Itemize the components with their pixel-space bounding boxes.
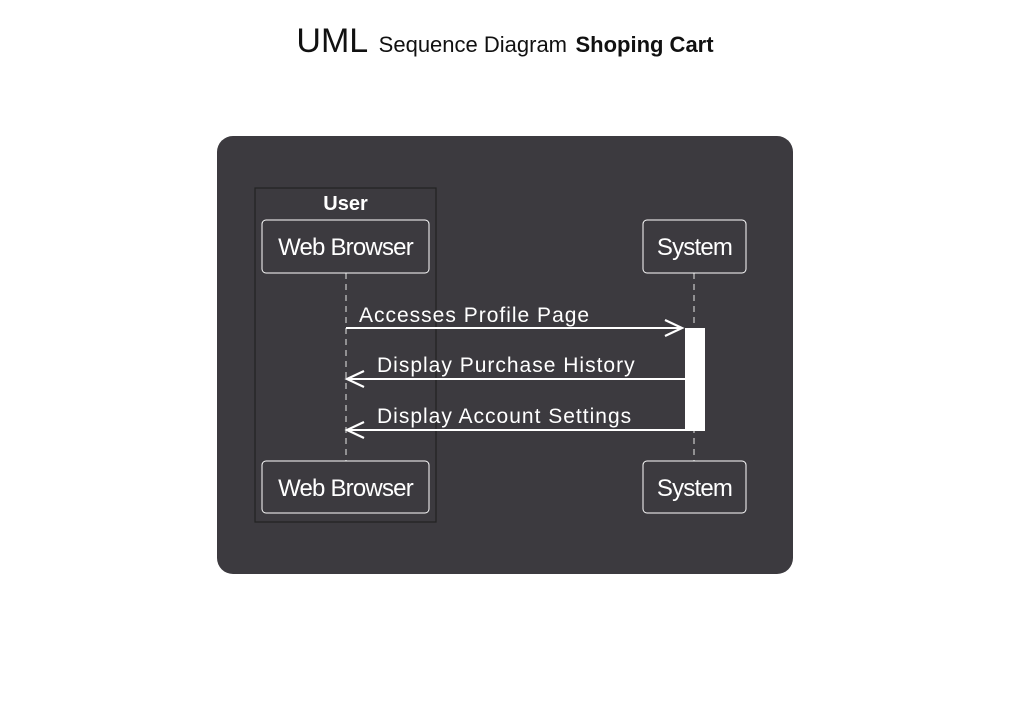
message-label: Display Purchase History: [377, 354, 636, 377]
participant-label: System: [657, 234, 732, 261]
message-display-purchase-history: Display Purchase History: [344, 354, 685, 388]
message-label: Display Account Settings: [377, 405, 632, 428]
participant-label: System: [657, 475, 732, 502]
participant-browser-top[interactable]: Web Browser: [261, 219, 430, 274]
participant-label: Web Browser: [278, 475, 414, 502]
participant-system-top[interactable]: System: [642, 219, 747, 274]
group-label: User: [323, 193, 368, 215]
participant-label: Web Browser: [278, 234, 414, 261]
activation-bar-system: [685, 328, 705, 431]
sequence-diagram: User Web Browser System Web Browser Syst…: [254, 187, 747, 523]
message-display-account-settings: Display Account Settings: [344, 405, 685, 439]
message-label: Accesses Profile Page: [359, 304, 590, 327]
participant-system-bottom[interactable]: System: [642, 460, 747, 514]
participant-browser-bottom[interactable]: Web Browser: [261, 460, 430, 514]
message-accesses-profile-page: Accesses Profile Page: [346, 304, 685, 337]
